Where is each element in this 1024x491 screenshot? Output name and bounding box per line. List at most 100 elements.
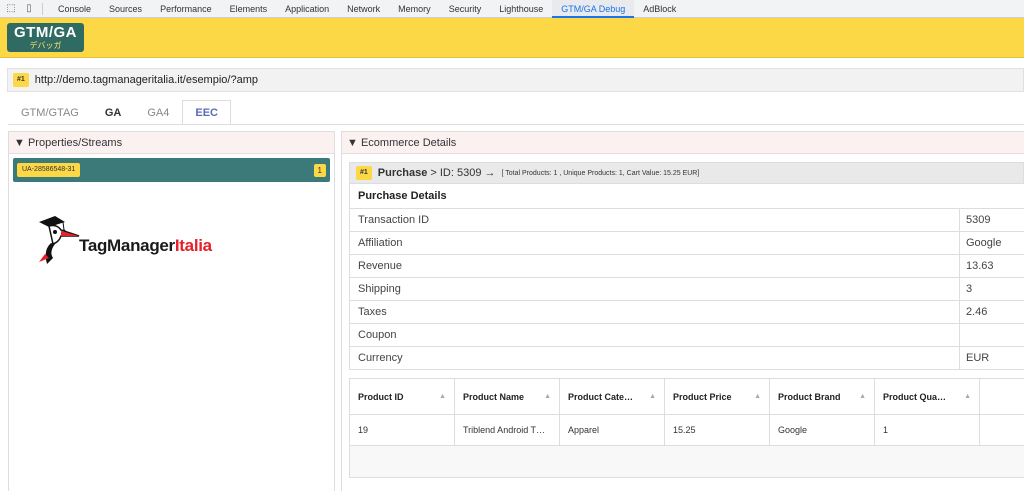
purchase-summary-bar[interactable]: #1 Purchase > ID: 5309 → [ Total Product…: [349, 162, 1024, 184]
detail-row: Currency EUR: [350, 346, 1024, 369]
detail-value: EUR: [966, 352, 990, 364]
detail-key: Affiliation: [350, 232, 960, 254]
tab-performance[interactable]: Performance: [151, 0, 221, 18]
grid-header-label: Product Cate…: [568, 391, 634, 402]
tab-ga4[interactable]: GA4: [134, 100, 182, 125]
tab-security[interactable]: Security: [440, 0, 491, 18]
grid-cell: Triblend Android T…: [455, 415, 560, 445]
page-index-badge: #1: [13, 73, 29, 87]
tagmanageritalia-logo: TagManagerItalia: [35, 214, 225, 266]
grid-header-cell[interactable]: Product Name ▲: [455, 379, 560, 414]
grid-header-label: Product Brand: [778, 391, 841, 402]
detail-key: Revenue: [350, 255, 960, 277]
detail-row: Affiliation Google: [350, 231, 1024, 254]
products-grid: Product ID ▲ Product Name ▲ Product Cate… ▲…: [349, 378, 1024, 478]
table-row[interactable]: 19 Triblend Android T… Apparel 15.25 Goo…: [350, 415, 1024, 446]
sort-icon[interactable]: ▲: [964, 393, 971, 400]
caret-down-icon: ▼: [347, 137, 358, 149]
tab-sources[interactable]: Sources: [100, 0, 151, 18]
tab-divider: [8, 124, 1024, 125]
grid-footer: [350, 446, 1024, 477]
brand-text: TagManagerItalia: [79, 236, 212, 256]
property-hit-count: 1: [313, 163, 326, 177]
grid-header: Product ID ▲ Product Name ▲ Product Cate… ▲…: [350, 379, 1024, 415]
extension-header: GTM/GA デバッガ: [0, 18, 1024, 58]
tab-gtm-gtag[interactable]: GTM/GTAG: [8, 100, 92, 125]
grid-header-label: Product Name: [463, 391, 525, 402]
logo-sub-text: デバッガ: [29, 41, 62, 50]
grid-header-label: Product Price: [673, 391, 732, 402]
sort-icon[interactable]: ▲: [649, 393, 656, 400]
debug-tabs: GTM/GTAG GA GA4 EEC: [8, 100, 231, 125]
tab-eec[interactable]: EEC: [182, 100, 231, 125]
detail-row: Shipping 3: [350, 277, 1024, 300]
ecommerce-header[interactable]: ▼ Ecommerce Details: [342, 132, 1024, 154]
divider: [42, 2, 43, 15]
tab-lighthouse[interactable]: Lighthouse: [490, 0, 552, 18]
devtools-tab-strip: ⬚ ▯ Console Sources Performance Elements…: [0, 0, 1024, 18]
sort-icon[interactable]: ▲: [544, 393, 551, 400]
inspect-element-icon[interactable]: ⬚: [4, 2, 18, 16]
tab-application[interactable]: Application: [276, 0, 338, 18]
detail-key: Taxes: [350, 301, 960, 323]
brand-text-part-b: Italia: [174, 236, 212, 255]
purchase-summary: [ Total Products: 1 , Unique Products: 1…: [501, 169, 700, 177]
detail-row: Transaction ID 5309: [350, 208, 1024, 231]
property-item[interactable]: UA-28586548-31 1: [13, 158, 330, 182]
detail-key: Coupon: [350, 324, 960, 346]
properties-header[interactable]: ▼ Properties/Streams: [9, 132, 334, 154]
tab-memory[interactable]: Memory: [389, 0, 440, 18]
tab-console[interactable]: Console: [49, 0, 100, 18]
grid-cell: Google: [770, 415, 875, 445]
detail-value: Google: [966, 237, 1002, 249]
purchase-details-table: Purchase Details Transaction ID 5309 Aff…: [349, 184, 1024, 370]
tab-ga[interactable]: GA: [92, 100, 135, 125]
grid-cell: 1: [875, 415, 980, 445]
sort-icon[interactable]: ▲: [859, 393, 866, 400]
purchase-label: Purchase: [377, 167, 428, 179]
properties-panel: ▼ Properties/Streams UA-28586548-31 1 Ta…: [8, 131, 335, 491]
grid-header-cell[interactable]: Product Price ▲: [665, 379, 770, 414]
grid-header-label: Product Qua…: [883, 391, 947, 402]
gtm-ga-debug-logo: GTM/GA デバッガ: [7, 23, 84, 52]
detail-row-end: [350, 369, 1024, 370]
tab-network[interactable]: Network: [338, 0, 389, 18]
grid-cell: 19: [350, 415, 455, 445]
detail-value: [960, 324, 1024, 346]
grid-header-cell[interactable]: Product Cate… ▲: [560, 379, 665, 414]
purchase-title: Purchase > ID: 5309 →: [378, 167, 496, 179]
tab-adblock[interactable]: AdBlock: [634, 0, 685, 18]
brand-text-part-a: TagManager: [79, 236, 175, 255]
woodpecker-icon: [39, 216, 80, 264]
grid-header-cell[interactable]: Product ID ▲: [350, 379, 455, 414]
detail-value: 2.46: [966, 306, 988, 318]
properties-title: Properties/Streams: [27, 137, 123, 149]
detail-row: Revenue 13.63: [350, 254, 1024, 277]
logo-main-text: GTM/GA: [14, 24, 77, 41]
detail-row: Coupon: [350, 323, 1024, 346]
detail-value: 13.63: [966, 260, 994, 272]
grid-cell: Apparel: [560, 415, 665, 445]
grid-header-cell[interactable]: Product Brand ▲: [770, 379, 875, 414]
grid-header-label: Product ID: [358, 391, 404, 402]
sort-icon[interactable]: ▲: [439, 393, 446, 400]
grid-header-cell[interactable]: Product Qua… ▲: [875, 379, 980, 414]
ecommerce-panel: ▼ Ecommerce Details #1 Purchase > ID: 53…: [341, 131, 1024, 491]
purchase-id: > ID: 5309 →: [430, 167, 496, 179]
grid-cell: 15.25: [665, 415, 770, 445]
property-id-badge: UA-28586548-31: [17, 163, 81, 177]
page-url: http://demo.tagmanageritalia.it/esempio/…: [34, 74, 258, 86]
detail-value: 3: [966, 283, 973, 295]
sort-icon[interactable]: ▲: [754, 393, 761, 400]
detail-key: Transaction ID: [350, 209, 960, 231]
detail-row: Taxes 2.46: [350, 300, 1024, 323]
page-url-bar[interactable]: #1 http://demo.tagmanageritalia.it/esemp…: [7, 68, 1024, 92]
purchase-index-badge: #1: [356, 166, 372, 180]
detail-key: Shipping: [350, 278, 960, 300]
detail-value: 5309: [966, 214, 991, 226]
caret-down-icon: ▼: [14, 137, 25, 149]
tab-elements[interactable]: Elements: [221, 0, 277, 18]
purchase-details-title: Purchase Details: [358, 190, 447, 202]
device-toolbar-icon[interactable]: ▯: [22, 2, 36, 16]
tab-gtm-ga-debug[interactable]: GTM/GA Debug: [552, 0, 635, 18]
